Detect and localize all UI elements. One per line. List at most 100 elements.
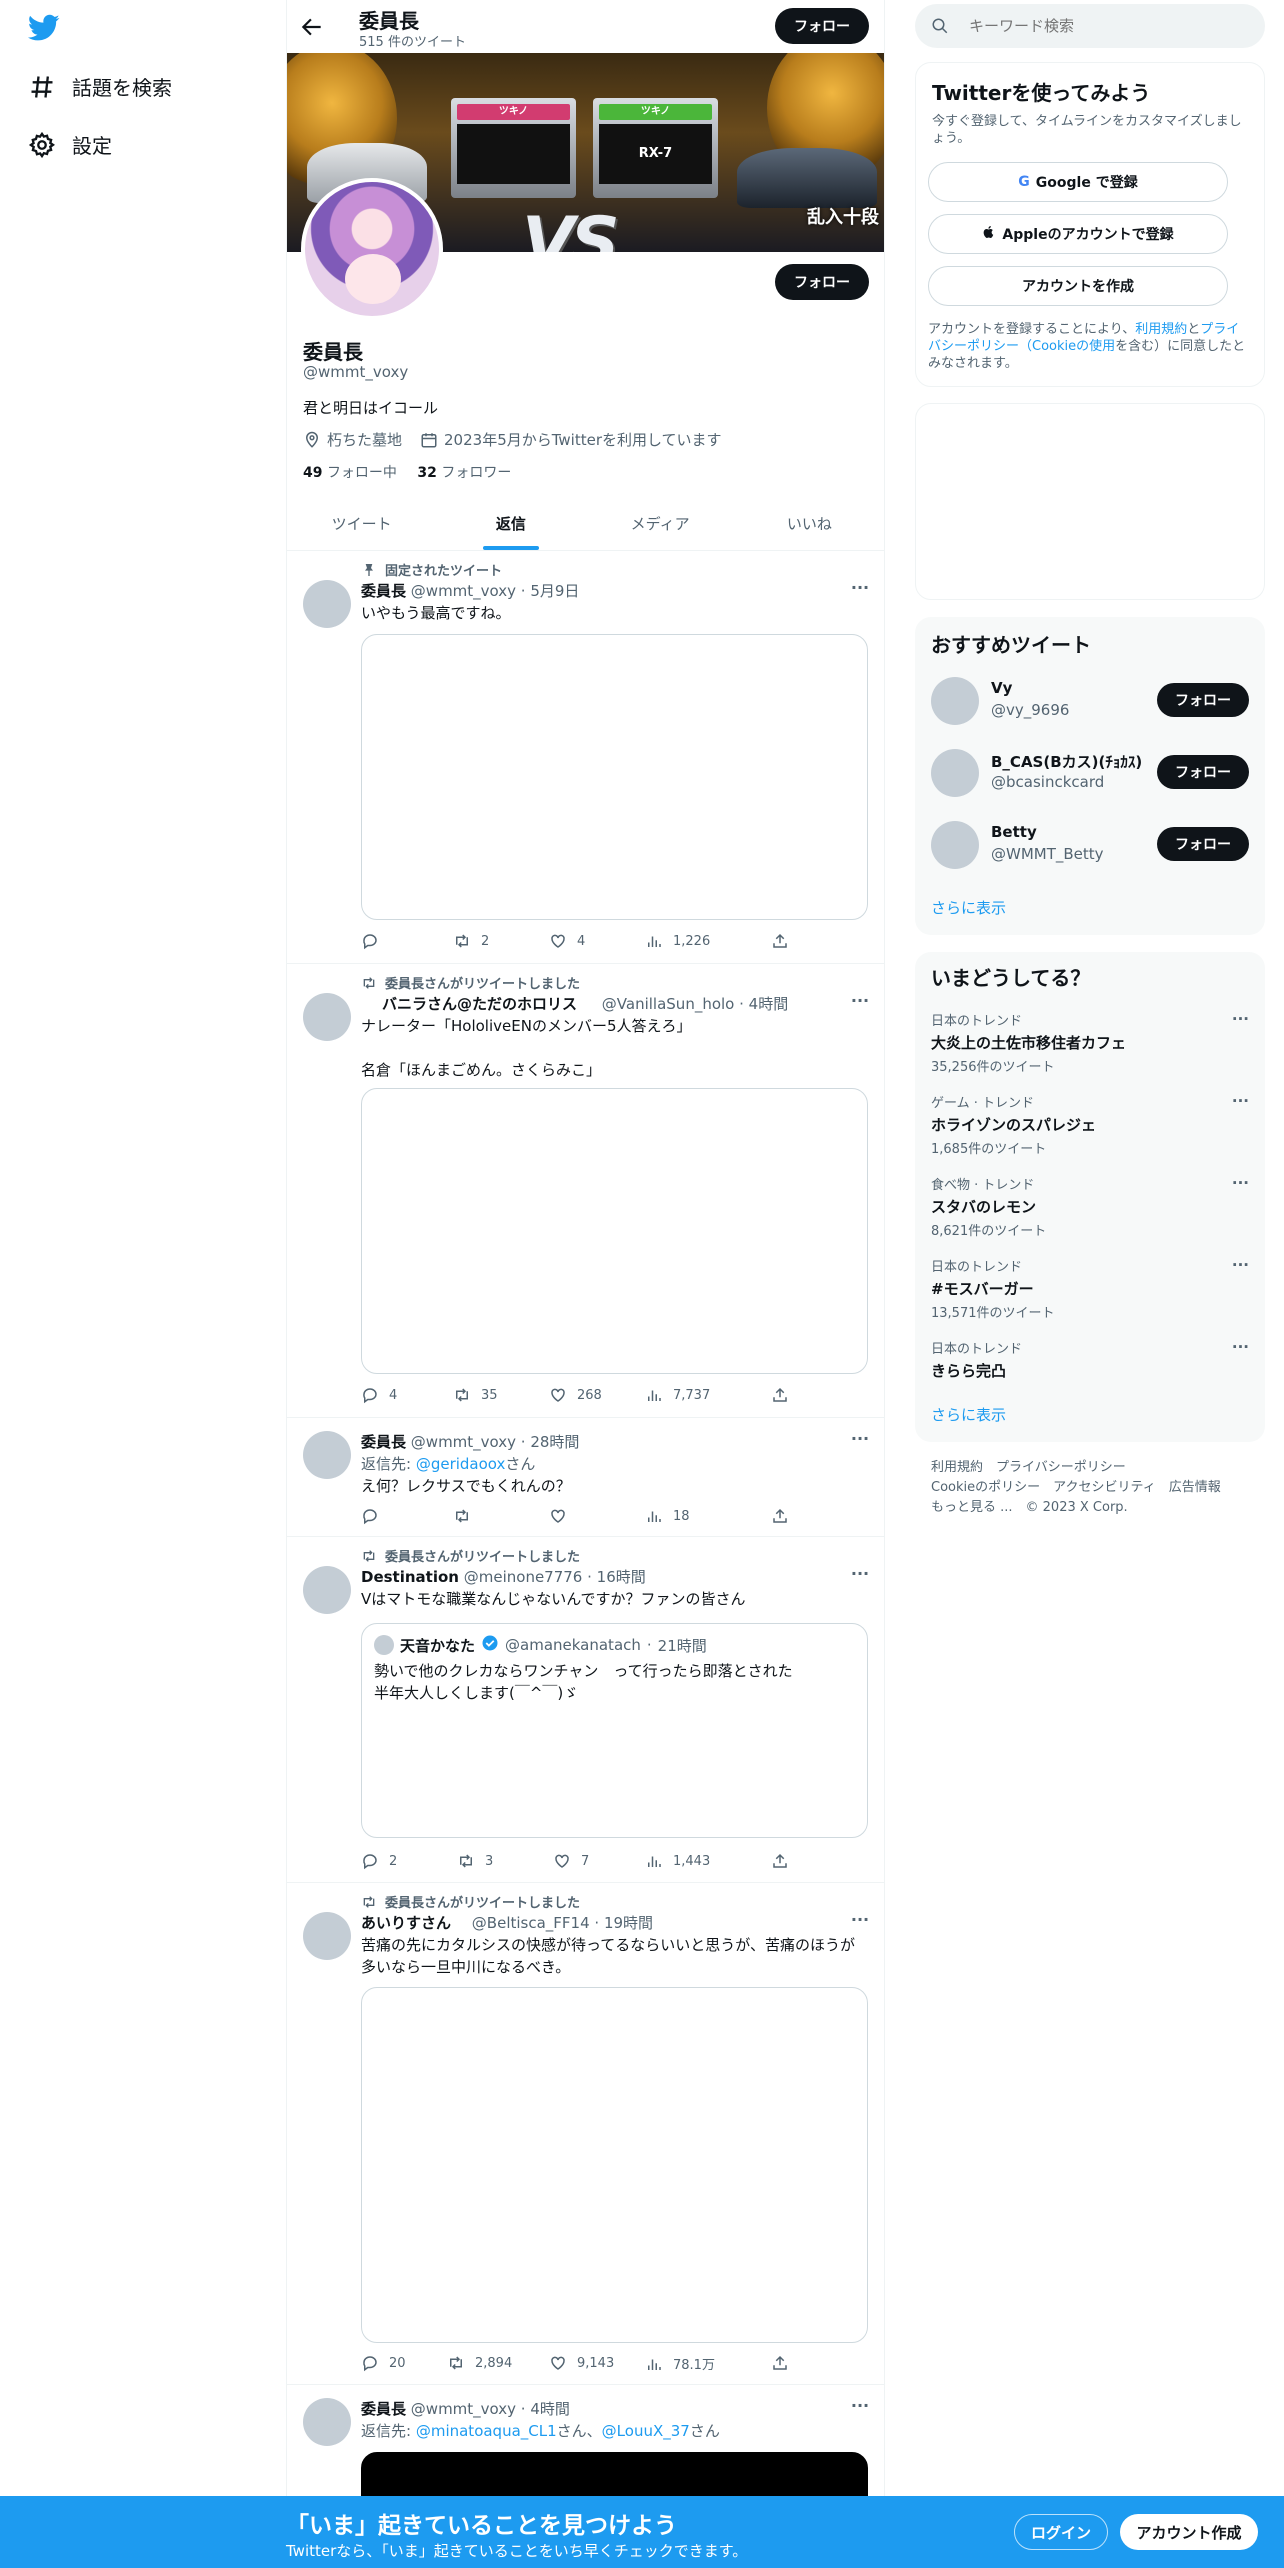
- share-button[interactable]: [771, 2354, 789, 2372]
- author-handle[interactable]: @Beltisca_FF14: [472, 1914, 590, 1932]
- avatar[interactable]: [303, 580, 351, 628]
- show-more-link[interactable]: さらに表示: [931, 897, 1006, 918]
- tab-replies[interactable]: 返信: [436, 498, 585, 550]
- trend-item[interactable]: ゲーム · トレンド ホライゾンのスパレジェ 1,685件のツイート ···: [931, 1092, 1249, 1172]
- search-box[interactable]: [915, 4, 1265, 48]
- reply-button[interactable]: [361, 1507, 379, 1525]
- like-button[interactable]: 7: [553, 1852, 589, 1870]
- share-button[interactable]: [771, 1386, 789, 1404]
- views-button[interactable]: 18: [645, 1507, 690, 1525]
- search-input[interactable]: [969, 17, 1229, 35]
- avatar[interactable]: [931, 821, 979, 869]
- tweet[interactable]: 委員長さんがリツイートしました Destination @meinone7776…: [287, 1538, 884, 1883]
- views-button[interactable]: 1,443: [645, 1852, 710, 1870]
- followers-link[interactable]: 32 フォロワー: [417, 465, 511, 481]
- tweet[interactable]: 委員長さんがリツイートしました あいりすさん @Beltisca_FF14 · …: [287, 1884, 884, 2385]
- share-button[interactable]: [771, 932, 789, 950]
- tweet-time[interactable]: 4時間: [749, 995, 789, 1013]
- views-button[interactable]: 78.1万: [645, 2354, 715, 2373]
- recommended-user[interactable]: B_CAS(Bカス)(ﾁｮｶｽ) @bcasinckcard フォロー: [931, 743, 1249, 803]
- author-handle[interactable]: @wmmt_voxy: [411, 1433, 516, 1451]
- terms-link[interactable]: 利用規約: [1135, 322, 1187, 337]
- more-icon[interactable]: ···: [850, 1912, 870, 1934]
- author-name[interactable]: あいりすさん: [361, 1914, 451, 1932]
- views-button[interactable]: 1,226: [645, 932, 710, 950]
- reply-to-link[interactable]: @geridaoox: [416, 1455, 506, 1473]
- nav-item-explore[interactable]: 話題を検索: [28, 72, 172, 101]
- reply-button[interactable]: 2: [361, 1852, 397, 1870]
- tweet-media[interactable]: [361, 1088, 868, 1374]
- like-button[interactable]: 4: [549, 932, 585, 950]
- retweet-button[interactable]: 2: [453, 932, 489, 950]
- avatar[interactable]: [303, 2398, 351, 2446]
- trend-item[interactable]: 食べ物 · トレンド スタバのレモン 8,621件のツイート ···: [931, 1174, 1249, 1254]
- avatar[interactable]: [303, 1912, 351, 1960]
- profile-follow-button[interactable]: フォロー: [775, 264, 869, 300]
- tweet[interactable]: 固定されたツイート 委員長 @wmmt_voxy · 5月9日 ··· いやもう…: [287, 552, 884, 964]
- signup-button[interactable]: アカウント作成: [1120, 2514, 1258, 2550]
- tweet-media[interactable]: [361, 634, 868, 920]
- nav-item-settings[interactable]: 設定: [28, 130, 112, 159]
- like-button[interactable]: [549, 1507, 567, 1525]
- tab-likes[interactable]: いいね: [735, 498, 884, 550]
- create-account-button[interactable]: アカウントを作成: [928, 266, 1228, 306]
- login-button[interactable]: ログイン: [1014, 2514, 1108, 2550]
- like-button[interactable]: 268: [549, 1386, 602, 1404]
- more-icon[interactable]: ···: [850, 580, 870, 602]
- author-handle[interactable]: @wmmt_voxy: [411, 2400, 516, 2418]
- tab-tweets[interactable]: ツイート: [287, 498, 436, 550]
- footer-links[interactable]: 利用規約 プライバシーポリシー Cookieのポリシー アクセシビリティ 広告情…: [931, 1458, 1249, 1518]
- more-icon[interactable]: ···: [850, 2398, 870, 2420]
- reply-to-link[interactable]: @minatoaqua_CL1: [416, 2422, 557, 2440]
- header-follow-button[interactable]: フォロー: [775, 8, 869, 44]
- reply-button[interactable]: 4: [361, 1386, 397, 1404]
- reply-to-link[interactable]: @LouuX_37: [602, 2422, 690, 2440]
- author-name[interactable]: 委員長: [361, 2400, 406, 2418]
- avatar[interactable]: [931, 749, 979, 797]
- following-link[interactable]: 49 フォロー中: [303, 465, 397, 481]
- follow-button[interactable]: フォロー: [1157, 755, 1249, 789]
- more-icon[interactable]: ···: [1232, 1256, 1249, 1274]
- views-button[interactable]: 7,737: [645, 1386, 710, 1404]
- google-signup-button[interactable]: G Google で登録: [928, 162, 1228, 202]
- more-icon[interactable]: ···: [850, 993, 870, 1015]
- more-icon[interactable]: ···: [1232, 1010, 1249, 1028]
- apple-signup-button[interactable]: Appleのアカウントで登録: [928, 214, 1228, 254]
- avatar[interactable]: [931, 677, 979, 725]
- author-name[interactable]: バニラさん@ただのホロリス: [382, 995, 577, 1013]
- avatar[interactable]: [303, 1431, 351, 1479]
- share-button[interactable]: [771, 1507, 789, 1525]
- recommended-user[interactable]: Betty @WMMT_Betty フォロー: [931, 815, 1249, 875]
- follow-button[interactable]: フォロー: [1157, 827, 1249, 861]
- retweet-button[interactable]: [453, 1507, 471, 1525]
- avatar[interactable]: [303, 1566, 351, 1614]
- tweet-time[interactable]: 16時間: [597, 1568, 646, 1586]
- share-button[interactable]: [771, 1852, 789, 1870]
- tweet-time[interactable]: 19時間: [604, 1914, 653, 1932]
- avatar[interactable]: [303, 993, 351, 1041]
- more-icon[interactable]: ···: [850, 1431, 870, 1453]
- trend-item[interactable]: 日本のトレンド 大炎上の土佐市移住者カフェ 35,256件のツイート ···: [931, 1010, 1249, 1090]
- cookie-link[interactable]: （Cookieの使用: [1019, 339, 1115, 354]
- tab-media[interactable]: メディア: [586, 498, 735, 550]
- trend-item[interactable]: 日本のトレンド #モスバーガー 13,571件のツイート ···: [931, 1256, 1249, 1336]
- quoted-tweet[interactable]: 天音かなた @amanekanatach · 21時間 勢いで他のクレカならワンチャ…: [361, 1623, 868, 1838]
- retweet-button[interactable]: 35: [453, 1386, 498, 1404]
- back-arrow-icon[interactable]: [299, 14, 325, 40]
- tweet-time[interactable]: 4時間: [530, 2400, 570, 2418]
- author-name[interactable]: 委員長: [361, 1433, 406, 1451]
- tweet-time[interactable]: 5月9日: [530, 582, 579, 600]
- more-icon[interactable]: ···: [1232, 1338, 1249, 1356]
- tweet[interactable]: 委員長 @wmmt_voxy · 28時間 ··· 返信先: @geridaoo…: [287, 1419, 884, 1537]
- profile-avatar[interactable]: [301, 178, 443, 320]
- more-icon[interactable]: ···: [850, 1566, 870, 1588]
- tweet[interactable]: 委員長さんがリツイートしました バニラさん@ただのホロリス @VanillaSu…: [287, 965, 884, 1418]
- tweet-media[interactable]: [361, 1987, 868, 2343]
- retweet-button[interactable]: 2,894: [447, 2354, 512, 2372]
- author-name[interactable]: Destination: [361, 1568, 459, 1586]
- like-button[interactable]: 9,143: [549, 2354, 614, 2372]
- author-handle[interactable]: @wmmt_voxy: [411, 582, 516, 600]
- recommended-user[interactable]: Vy @vy_9696 フォロー: [931, 671, 1249, 731]
- tweet-time[interactable]: 28時間: [530, 1433, 579, 1451]
- reply-button[interactable]: 20: [361, 2354, 406, 2372]
